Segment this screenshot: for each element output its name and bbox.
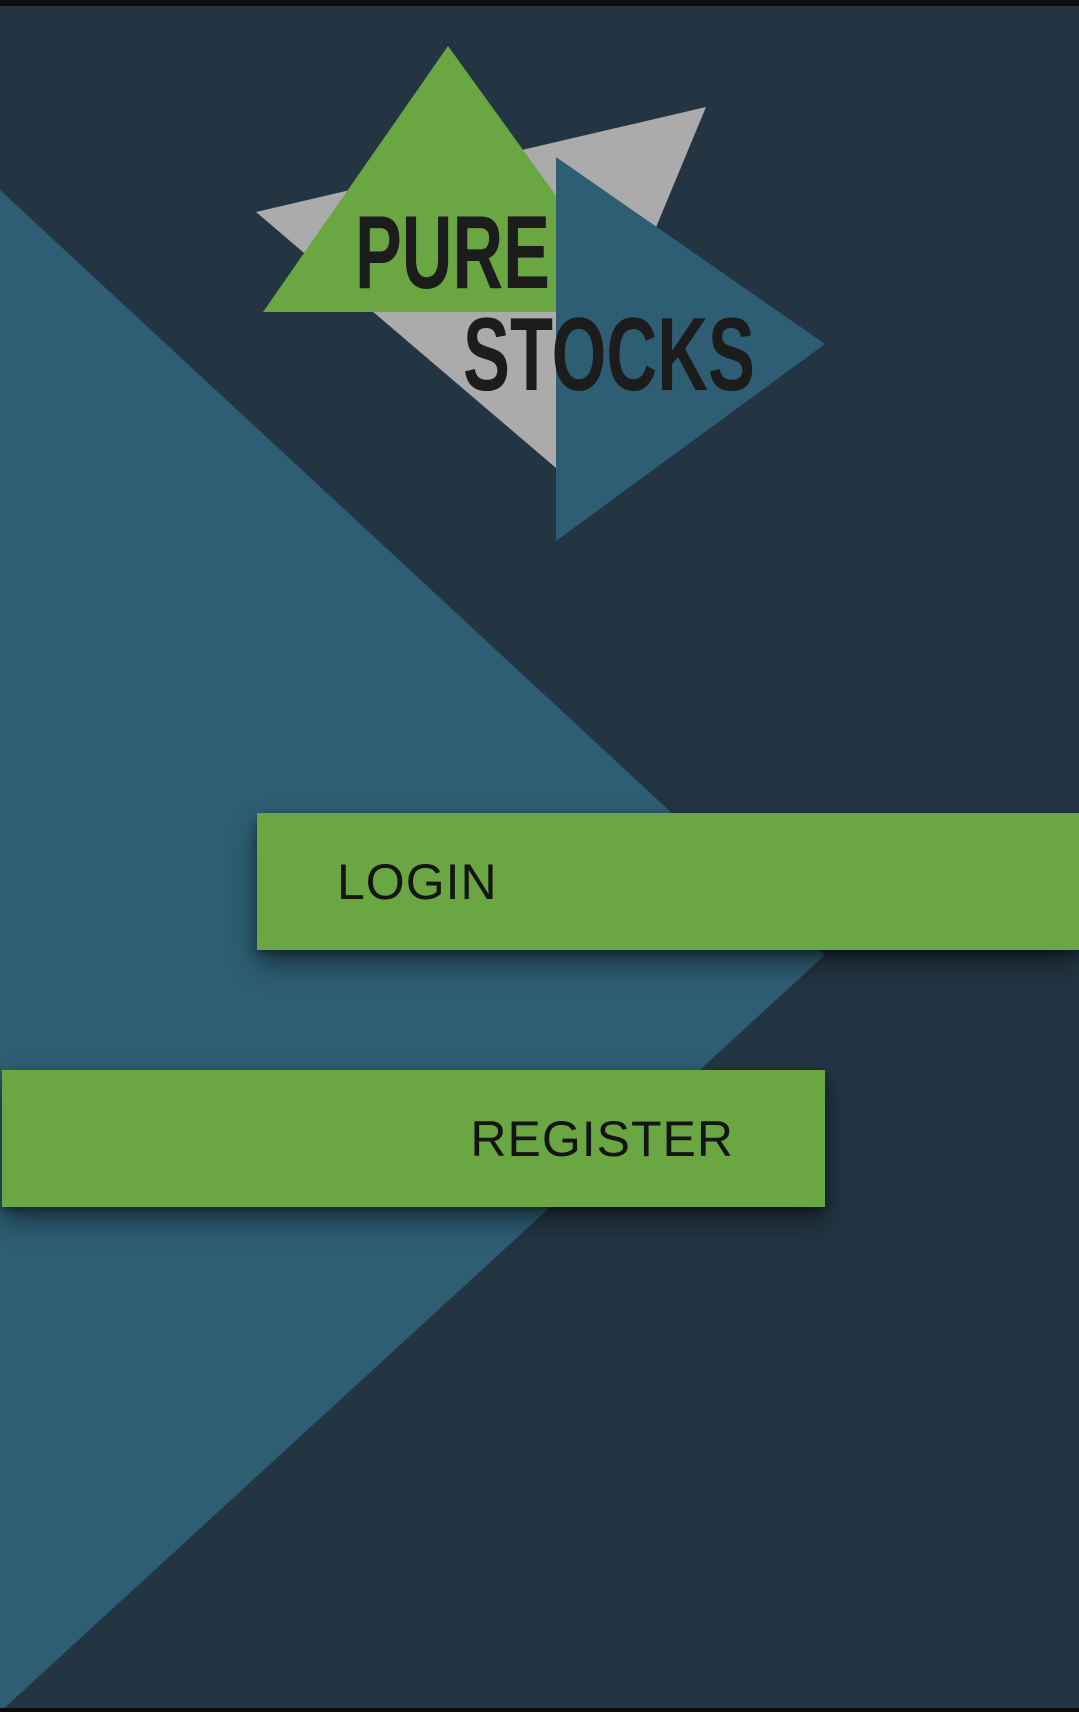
login-screen: PURE STOCKS LOGIN REGISTER xyxy=(0,0,1079,1712)
login-button-label: LOGIN xyxy=(337,853,498,910)
register-button-label: REGISTER xyxy=(470,1110,734,1167)
login-button[interactable]: LOGIN xyxy=(257,813,1079,950)
pure-stocks-logo: PURE STOCKS xyxy=(256,46,825,541)
logo-word-stocks: STOCKS xyxy=(463,297,755,413)
bottom-edge xyxy=(0,1708,1079,1712)
register-button[interactable]: REGISTER xyxy=(2,1070,825,1207)
logo-word-pure: PURE xyxy=(355,195,550,311)
